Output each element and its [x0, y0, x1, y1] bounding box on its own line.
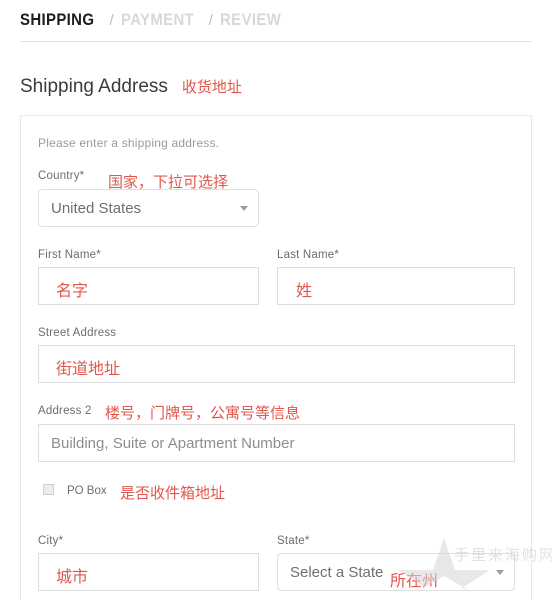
- street-address-label: Street Address: [38, 327, 117, 339]
- steps-divider: [20, 41, 532, 42]
- annotation-shipping-address: 收货地址: [181, 78, 242, 96]
- state-select-value: Select a State: [290, 563, 384, 581]
- po-box-label: PO Box: [67, 485, 107, 497]
- last-name-input[interactable]: [277, 267, 515, 305]
- city-label: City*: [38, 535, 64, 547]
- form-intro-text: Please enter a shipping address.: [38, 136, 220, 150]
- street-address-input[interactable]: [38, 345, 515, 383]
- city-input[interactable]: [38, 553, 259, 591]
- chevron-down-icon: [496, 570, 504, 575]
- step-separator-1: /: [109, 12, 114, 29]
- section-heading: Shipping Address 收货地址: [20, 76, 242, 98]
- first-name-label: First Name*: [38, 249, 101, 261]
- first-name-input[interactable]: [38, 267, 259, 305]
- step-review[interactable]: REVIEW: [220, 10, 281, 30]
- last-name-label: Last Name*: [277, 249, 340, 261]
- step-shipping[interactable]: SHIPPING: [20, 10, 94, 30]
- annotation-address2: 楼号，门牌号，公寓号等信息: [105, 404, 301, 422]
- country-select[interactable]: United States: [38, 189, 259, 227]
- step-separator-2: /: [208, 12, 213, 29]
- step-payment[interactable]: PAYMENT: [121, 10, 194, 30]
- chevron-down-icon: [240, 206, 248, 211]
- state-label: State*: [277, 535, 310, 547]
- annotation-state: 所在州: [390, 571, 439, 590]
- address2-label: Address 2: [38, 405, 92, 417]
- address2-input[interactable]: [38, 424, 515, 462]
- annotation-po-box: 是否收件箱地址: [120, 484, 226, 502]
- country-label: Country*: [38, 170, 85, 182]
- page-title: Shipping Address: [20, 76, 168, 97]
- checkout-shipping-page: SHIPPING / PAYMENT / REVIEW Shipping Add…: [0, 0, 552, 600]
- po-box-checkbox[interactable]: [43, 484, 54, 495]
- country-select-value: United States: [51, 199, 142, 217]
- checkout-steps-breadcrumb: SHIPPING / PAYMENT / REVIEW: [20, 10, 532, 36]
